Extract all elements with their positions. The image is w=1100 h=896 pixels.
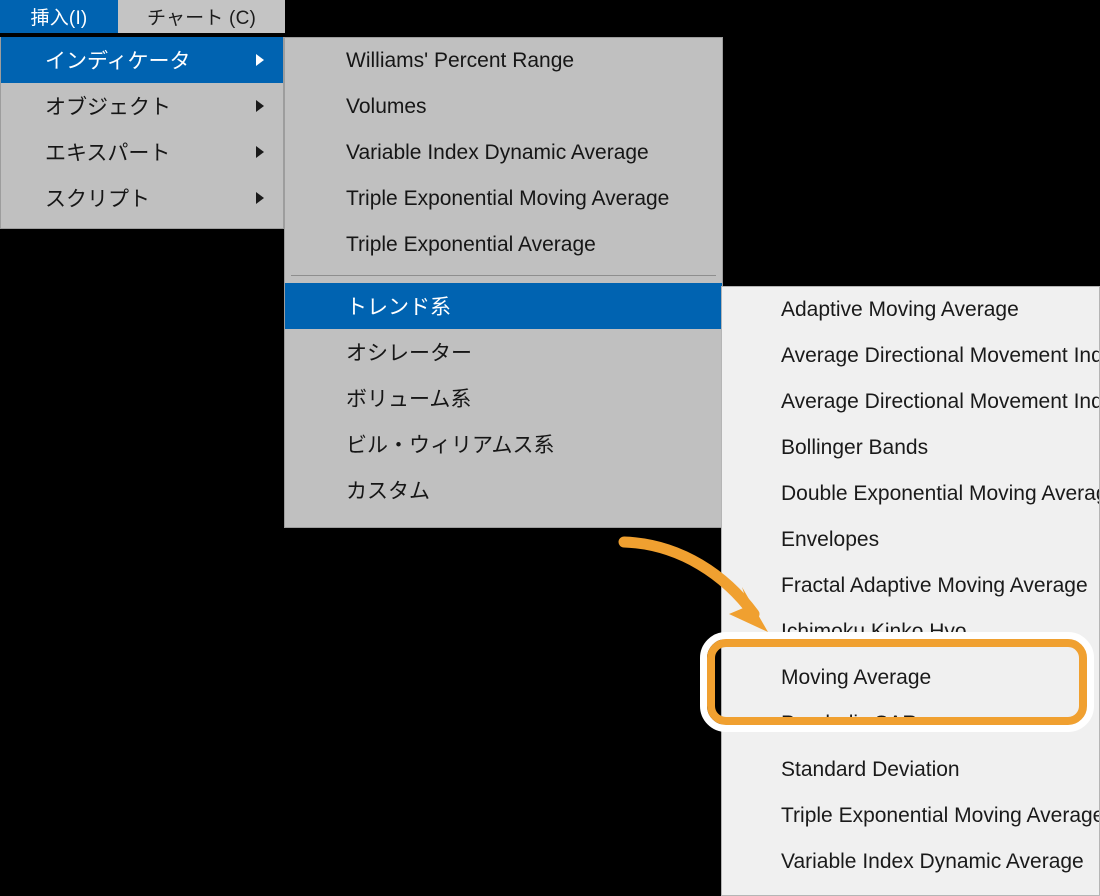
trend-item-label: Average Directional Movement Index: [781, 344, 1100, 367]
menubar-item-insert[interactable]: 挿入(I): [0, 0, 118, 33]
indicators-submenu-panel: Williams' Percent Range Volumes Variable…: [284, 37, 723, 528]
menubar-item-chart[interactable]: チャート (C): [118, 0, 285, 33]
menu-item-objects[interactable]: オブジェクト: [1, 83, 283, 129]
trend-item-fractal-adaptive-moving-average[interactable]: Fractal Adaptive Moving Average: [722, 563, 1099, 609]
menubar-item-insert-label: 挿入(I): [30, 8, 88, 29]
trend-item-ichimoku-kinko-hyo[interactable]: Ichimoku Kinko Hyo: [722, 609, 1099, 655]
menu-item-indicators[interactable]: インディケータ: [1, 37, 283, 83]
submenu-category-oscillator[interactable]: オシレーター: [285, 329, 722, 375]
submenu-category-label: ビル・ウィリアムス系: [346, 434, 555, 457]
submenu-category-volume[interactable]: ボリューム系: [285, 375, 722, 421]
trend-item-bollinger-bands[interactable]: Bollinger Bands: [722, 425, 1099, 471]
submenu-item-triple-exponential-average[interactable]: Triple Exponential Average: [285, 222, 722, 268]
trend-item-label: Envelopes: [781, 528, 880, 551]
menu-bar: 挿入(I) チャート (C): [0, 0, 285, 33]
trend-item-double-exponential-moving-average[interactable]: Double Exponential Moving Average: [722, 471, 1099, 517]
trend-item-parabolic-sar[interactable]: Parabolic SAR: [722, 701, 1099, 747]
trend-item-moving-average[interactable]: Moving Average: [722, 655, 1099, 701]
submenu-item-label: Triple Exponential Moving Average: [346, 187, 670, 210]
submenu-category-bill-williams[interactable]: ビル・ウィリアムス系: [285, 421, 722, 467]
trend-indicators-panel: Adaptive Moving Average Average Directio…: [721, 286, 1100, 896]
trend-item-label: Adaptive Moving Average: [781, 298, 1019, 321]
menu-item-experts[interactable]: エキスパート: [1, 129, 283, 175]
submenu-item-williams-percent-range[interactable]: Williams' Percent Range: [285, 38, 722, 84]
submenu-category-label: トレンド系: [346, 296, 451, 319]
trend-item-label: Ichimoku Kinko Hyo: [781, 620, 967, 643]
submenu-item-label: Variable Index Dynamic Average: [346, 141, 649, 164]
menu-item-objects-label: オブジェクト: [45, 96, 171, 119]
trend-item-average-directional-movement-index-wilder[interactable]: Average Directional Movement Index Wilde…: [722, 379, 1099, 425]
trend-item-label: Double Exponential Moving Average: [781, 482, 1100, 505]
submenu-category-custom[interactable]: カスタム: [285, 467, 722, 513]
trend-item-label: Parabolic SAR: [781, 712, 918, 735]
submenu-item-label: Triple Exponential Average: [346, 233, 596, 256]
chevron-right-icon: [256, 54, 264, 66]
trend-item-standard-deviation[interactable]: Standard Deviation: [722, 747, 1099, 793]
chevron-right-icon: [256, 192, 264, 204]
submenu-item-label: Williams' Percent Range: [346, 49, 575, 72]
submenu-category-label: カスタム: [346, 480, 430, 503]
trend-item-label: Average Directional Movement Index Wilde…: [781, 390, 1099, 413]
trend-item-average-directional-movement-index[interactable]: Average Directional Movement Index: [722, 333, 1099, 379]
submenu-item-volumes[interactable]: Volumes: [285, 84, 722, 130]
submenu-item-label: Volumes: [346, 95, 427, 118]
trend-item-label: Bollinger Bands: [781, 436, 929, 459]
trend-item-label: Moving Average: [781, 666, 932, 689]
trend-item-envelopes[interactable]: Envelopes: [722, 517, 1099, 563]
trend-item-label: Triple Exponential Moving Average: [781, 804, 1100, 827]
insert-menu-panel: インディケータ オブジェクト エキスパート スクリプト: [0, 37, 284, 229]
menu-separator: [291, 275, 716, 276]
submenu-item-variable-index-dynamic-average[interactable]: Variable Index Dynamic Average: [285, 130, 722, 176]
trend-item-label: Variable Index Dynamic Average: [781, 850, 1084, 873]
menu-item-experts-label: エキスパート: [45, 142, 171, 165]
menu-item-scripts[interactable]: スクリプト: [1, 175, 283, 221]
submenu-item-triple-exponential-moving-average[interactable]: Triple Exponential Moving Average: [285, 176, 722, 222]
submenu-category-trend[interactable]: トレンド系: [285, 283, 722, 329]
trend-item-label: Fractal Adaptive Moving Average: [781, 574, 1088, 597]
chevron-right-icon: [256, 146, 264, 158]
menu-item-scripts-label: スクリプト: [45, 188, 150, 211]
menubar-item-chart-label: チャート (C): [146, 8, 257, 29]
submenu-category-label: オシレーター: [346, 342, 472, 365]
trend-item-adaptive-moving-average[interactable]: Adaptive Moving Average: [722, 287, 1099, 333]
trend-item-label: Standard Deviation: [781, 758, 960, 781]
menu-item-indicators-label: インディケータ: [45, 50, 191, 73]
screenshot-stage: 挿入(I) チャート (C) インディケータ オブジェクト エキスパート スクリ…: [0, 0, 1100, 896]
chevron-right-icon: [256, 100, 264, 112]
trend-item-triple-exponential-moving-average[interactable]: Triple Exponential Moving Average: [722, 793, 1099, 839]
trend-item-variable-index-dynamic-average[interactable]: Variable Index Dynamic Average: [722, 839, 1099, 885]
submenu-category-label: ボリューム系: [346, 388, 472, 411]
